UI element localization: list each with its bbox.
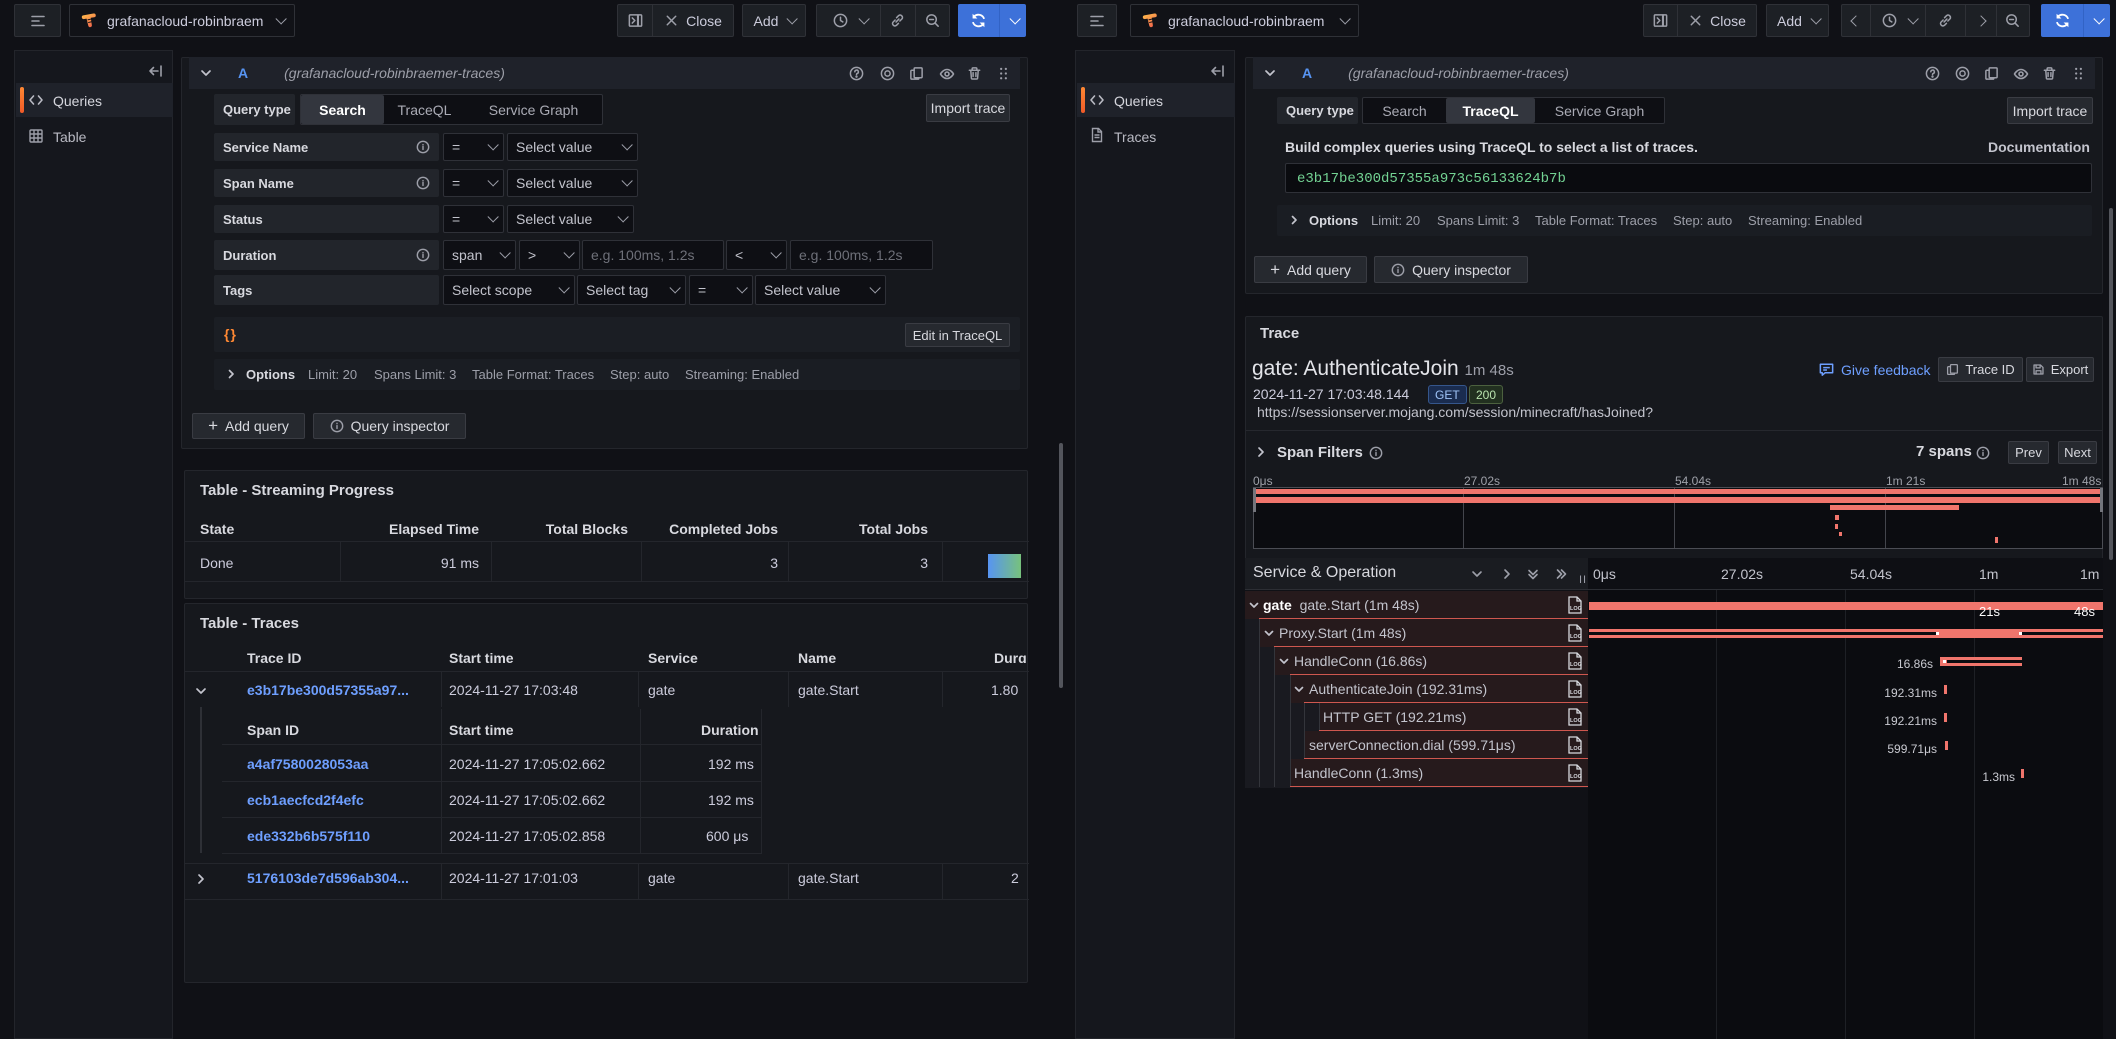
svg-text:LOG: LOG [1570,746,1582,752]
svg-text:LOG: LOG [1570,606,1582,612]
svg-text:LOG: LOG [1570,690,1582,696]
svg-text:LOG: LOG [1570,634,1582,640]
svg-text:LOG: LOG [1570,718,1582,724]
svg-text:LOG: LOG [1570,774,1582,780]
svg-text:LOG: LOG [1570,662,1582,668]
